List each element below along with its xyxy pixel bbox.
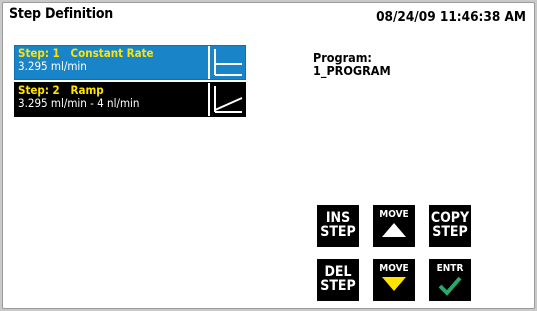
delete-step-button[interactable]: DEL STEP [317, 259, 359, 301]
button-line-1: DEL [324, 264, 352, 280]
button-label: MOVE [379, 263, 409, 274]
button-line-2: STEP [320, 278, 356, 294]
move-down-button[interactable]: MOVE [373, 259, 415, 301]
program-name: 1_PROGRAM [313, 63, 391, 78]
insert-step-button[interactable]: INS STEP [317, 205, 359, 247]
date-time: 08/24/09 11:46:38 AM [376, 9, 526, 25]
step-row-2[interactable]: Step: 2 Ramp 3.295 ml/min - 4 nl/min [14, 82, 246, 117]
step-row-2-text: Step: 2 Ramp 3.295 ml/min - 4 nl/min [18, 84, 214, 117]
button-label: ENTR [436, 263, 464, 274]
button-label: MOVE [379, 209, 409, 220]
page-title: Step Definition [9, 6, 114, 22]
button-line-2: STEP [432, 224, 468, 240]
move-up-button[interactable]: MOVE [373, 205, 415, 247]
program-info: Program: 1_PROGRAM [313, 51, 391, 77]
step-rate: 3.295 ml/min [18, 59, 87, 73]
button-line-2: STEP [320, 224, 356, 240]
step-row-1-text: Step: 1 Constant Rate 3.295 ml/min [18, 47, 214, 80]
step-divider [208, 46, 210, 79]
button-line-1: COPY [430, 210, 470, 226]
ramp-icon [214, 86, 243, 113]
button-line-1: INS [325, 210, 351, 226]
constant-rate-icon [214, 49, 242, 76]
copy-step-button[interactable]: COPY STEP [429, 205, 471, 247]
step-row-1[interactable]: Step: 1 Constant Rate 3.295 ml/min [14, 45, 246, 80]
triangle-down-icon [382, 277, 406, 291]
triangle-up-icon [382, 223, 406, 237]
enter-button[interactable]: ENTR [429, 259, 471, 301]
step-rate: 3.295 ml/min - 4 nl/min [18, 96, 140, 110]
checkmark-icon [438, 276, 462, 296]
step-divider [208, 83, 210, 116]
step-definition-screen: Step Definition 08/24/09 11:46:38 AM Ste… [2, 2, 535, 309]
